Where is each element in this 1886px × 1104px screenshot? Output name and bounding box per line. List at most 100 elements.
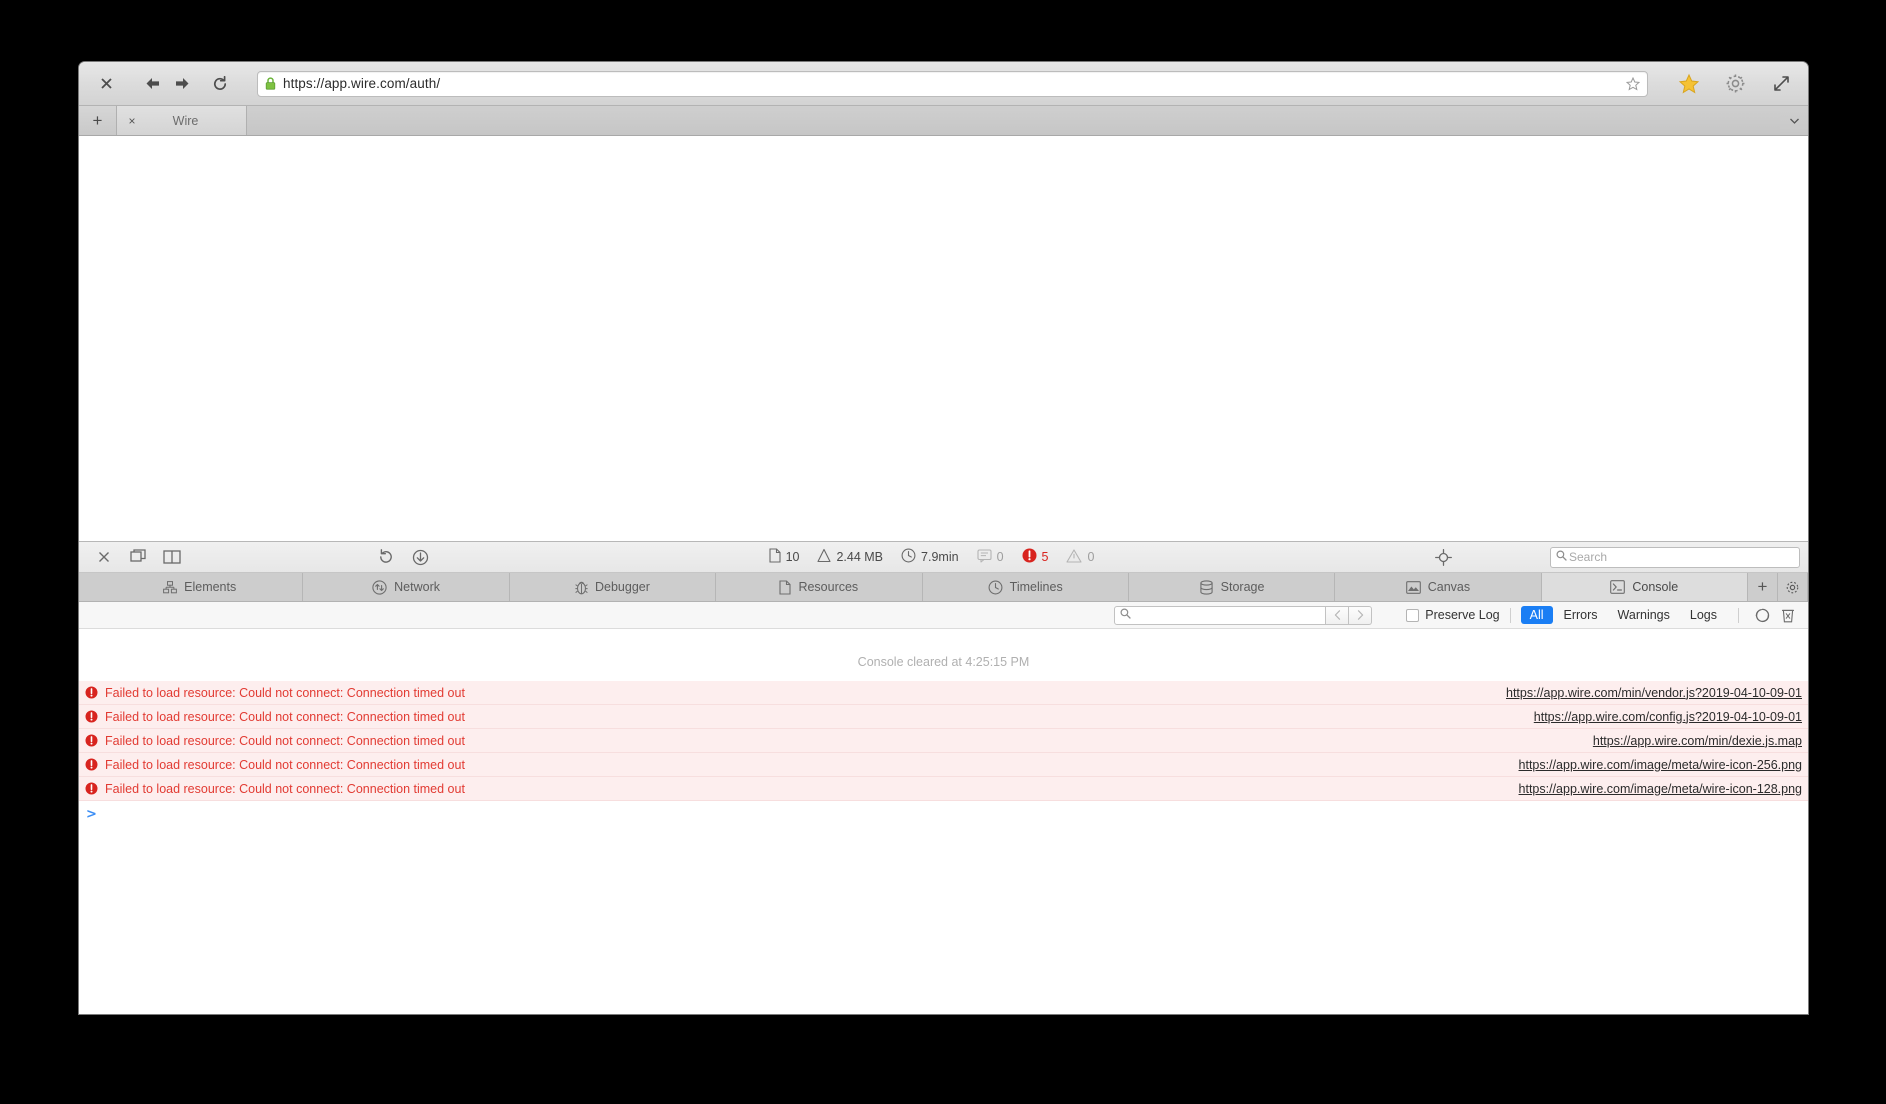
address-bar[interactable]: https://app.wire.com/auth/ [257,70,1648,97]
dock-split-icon[interactable] [155,544,189,570]
console-row[interactable]: Failed to load resource: Could not conne… [79,705,1808,729]
console-row[interactable]: Failed to load resource: Could not conne… [79,777,1808,801]
stat-value: 10 [785,550,800,564]
filter-all-button[interactable]: All [1520,606,1553,624]
add-tab-button[interactable]: + [1748,573,1778,601]
tab-label: Debugger [594,580,650,594]
tab-label: Storage [1220,580,1265,594]
stat-value: 5 [1041,550,1049,564]
reload-page-icon[interactable] [369,544,403,570]
page-viewport[interactable] [79,136,1808,541]
tab-close-icon[interactable]: × [121,114,143,128]
browser-window: https://app.wire.com/auth/ + × Wire 10 2… [79,62,1808,1014]
console-message-source-link[interactable]: https://app.wire.com/min/vendor.js?2019-… [1506,686,1802,700]
chevron-down-icon[interactable] [1780,106,1808,135]
trash-icon[interactable] [1775,608,1801,623]
stat-transfer-size: 2.44 MB [817,548,883,566]
warning-icon [1066,548,1083,566]
tab-debugger[interactable]: Debugger [509,573,717,601]
tab-wire[interactable]: × Wire [117,106,247,135]
tab-resources[interactable]: Resources [716,573,923,601]
console-message-text: Failed to load resource: Could not conne… [105,781,465,796]
crosshair-icon[interactable] [1426,544,1460,570]
tab-strip-pad-left [79,573,97,601]
stat-value: 0 [996,550,1004,564]
filter-logs-button[interactable]: Logs [1681,606,1726,624]
tab-elements[interactable]: Elements [97,573,304,601]
console-row[interactable]: Failed to load resource: Could not conne… [79,753,1808,777]
dock-window-icon[interactable] [121,544,155,570]
inspector-toolbar: 10 2.44 MB 7.9min 0 5 0 Search [79,542,1808,573]
tab-timelines[interactable]: Timelines [922,573,1129,601]
filter-errors-button[interactable]: Errors [1555,606,1607,624]
stat-messages: 0 [977,548,1004,566]
console-message-text: Failed to load resource: Could not conne… [105,685,465,700]
error-icon [85,686,98,699]
stat-errors: 5 [1022,548,1049,566]
preserve-log-toggle[interactable]: Preserve Log [1406,608,1500,622]
console-row[interactable]: Failed to load resource: Could not conne… [79,729,1808,753]
prompt-chevron-icon: > [86,806,97,822]
preserve-log-checkbox[interactable] [1406,608,1420,622]
elements-icon [163,580,178,594]
divider [1509,607,1511,623]
tab-network[interactable]: Network [303,573,510,601]
forward-button[interactable] [167,70,197,98]
gear-icon[interactable] [1720,70,1750,98]
tab-label: Wire [172,113,199,128]
tab-console[interactable]: Console [1541,573,1748,601]
console-cleared-notice: Console cleared at 4:25:15 PM [857,655,1030,669]
chevron-left-icon[interactable] [1326,605,1350,625]
inspector-toolbar-right: Search [1426,544,1800,570]
tab-label: Network [394,580,440,594]
divider [1738,607,1739,623]
tab-bar: + × Wire [79,106,1808,136]
preserve-log-label: Preserve Log [1425,608,1500,622]
star-filled-icon[interactable] [1674,70,1704,98]
canvas-icon [1405,580,1421,594]
reload-button[interactable] [205,70,235,98]
url-text: https://app.wire.com/auth/ [283,76,441,91]
browser-toolbar-right [1674,70,1796,98]
tab-bar-filler [247,106,1780,135]
download-icon[interactable] [403,544,437,570]
console-row[interactable]: Failed to load resource: Could not conne… [79,681,1808,705]
console-message-source-link[interactable]: https://app.wire.com/image/meta/wire-ico… [1519,782,1802,796]
error-icon [85,758,98,771]
console-message-source-link[interactable]: https://app.wire.com/min/dexie.js.map [1593,734,1802,748]
clock-icon [901,548,916,566]
stat-resources: 10 [769,548,800,566]
star-outline-icon[interactable] [1626,76,1640,91]
gear-icon[interactable] [1778,573,1808,601]
tab-label: Console [1632,580,1679,594]
bag-icon [817,548,832,566]
stat-load-time: 7.9min [901,548,959,566]
debugger-icon [575,580,588,595]
console-prompt[interactable]: > [79,801,1808,827]
stat-value: 0 [1087,550,1095,564]
search-icon [1556,548,1567,566]
tab-storage[interactable]: Storage [1128,573,1336,601]
console-search-input[interactable] [1114,605,1327,625]
console-filter-bar: Preserve Log All Errors Warnings Logs [79,602,1808,629]
tab-label: Canvas [1427,580,1471,594]
window-close-button[interactable] [91,70,121,98]
document-icon [769,548,781,566]
console-messages[interactable]: Console cleared at 4:25:15 PM Failed to … [79,629,1808,1014]
filter-warnings-button[interactable]: Warnings [1609,606,1679,624]
console-icon [1610,580,1626,594]
chevron-right-icon[interactable] [1349,605,1373,625]
console-message-text: Failed to load resource: Could not conne… [105,757,465,772]
split-console-icon[interactable] [1749,608,1775,623]
inspector-search-input[interactable]: Search [1550,546,1800,568]
search-icon [1120,606,1131,624]
expand-icon[interactable] [1766,70,1796,98]
stat-value: 2.44 MB [836,550,884,564]
console-message-source-link[interactable]: https://app.wire.com/image/meta/wire-ico… [1519,758,1802,772]
tab-canvas[interactable]: Canvas [1335,573,1542,601]
error-icon [85,782,98,795]
new-tab-button[interactable]: + [79,106,117,135]
close-icon[interactable] [87,544,121,570]
back-button[interactable] [137,70,167,98]
console-message-source-link[interactable]: https://app.wire.com/config.js?2019-04-1… [1534,710,1802,724]
